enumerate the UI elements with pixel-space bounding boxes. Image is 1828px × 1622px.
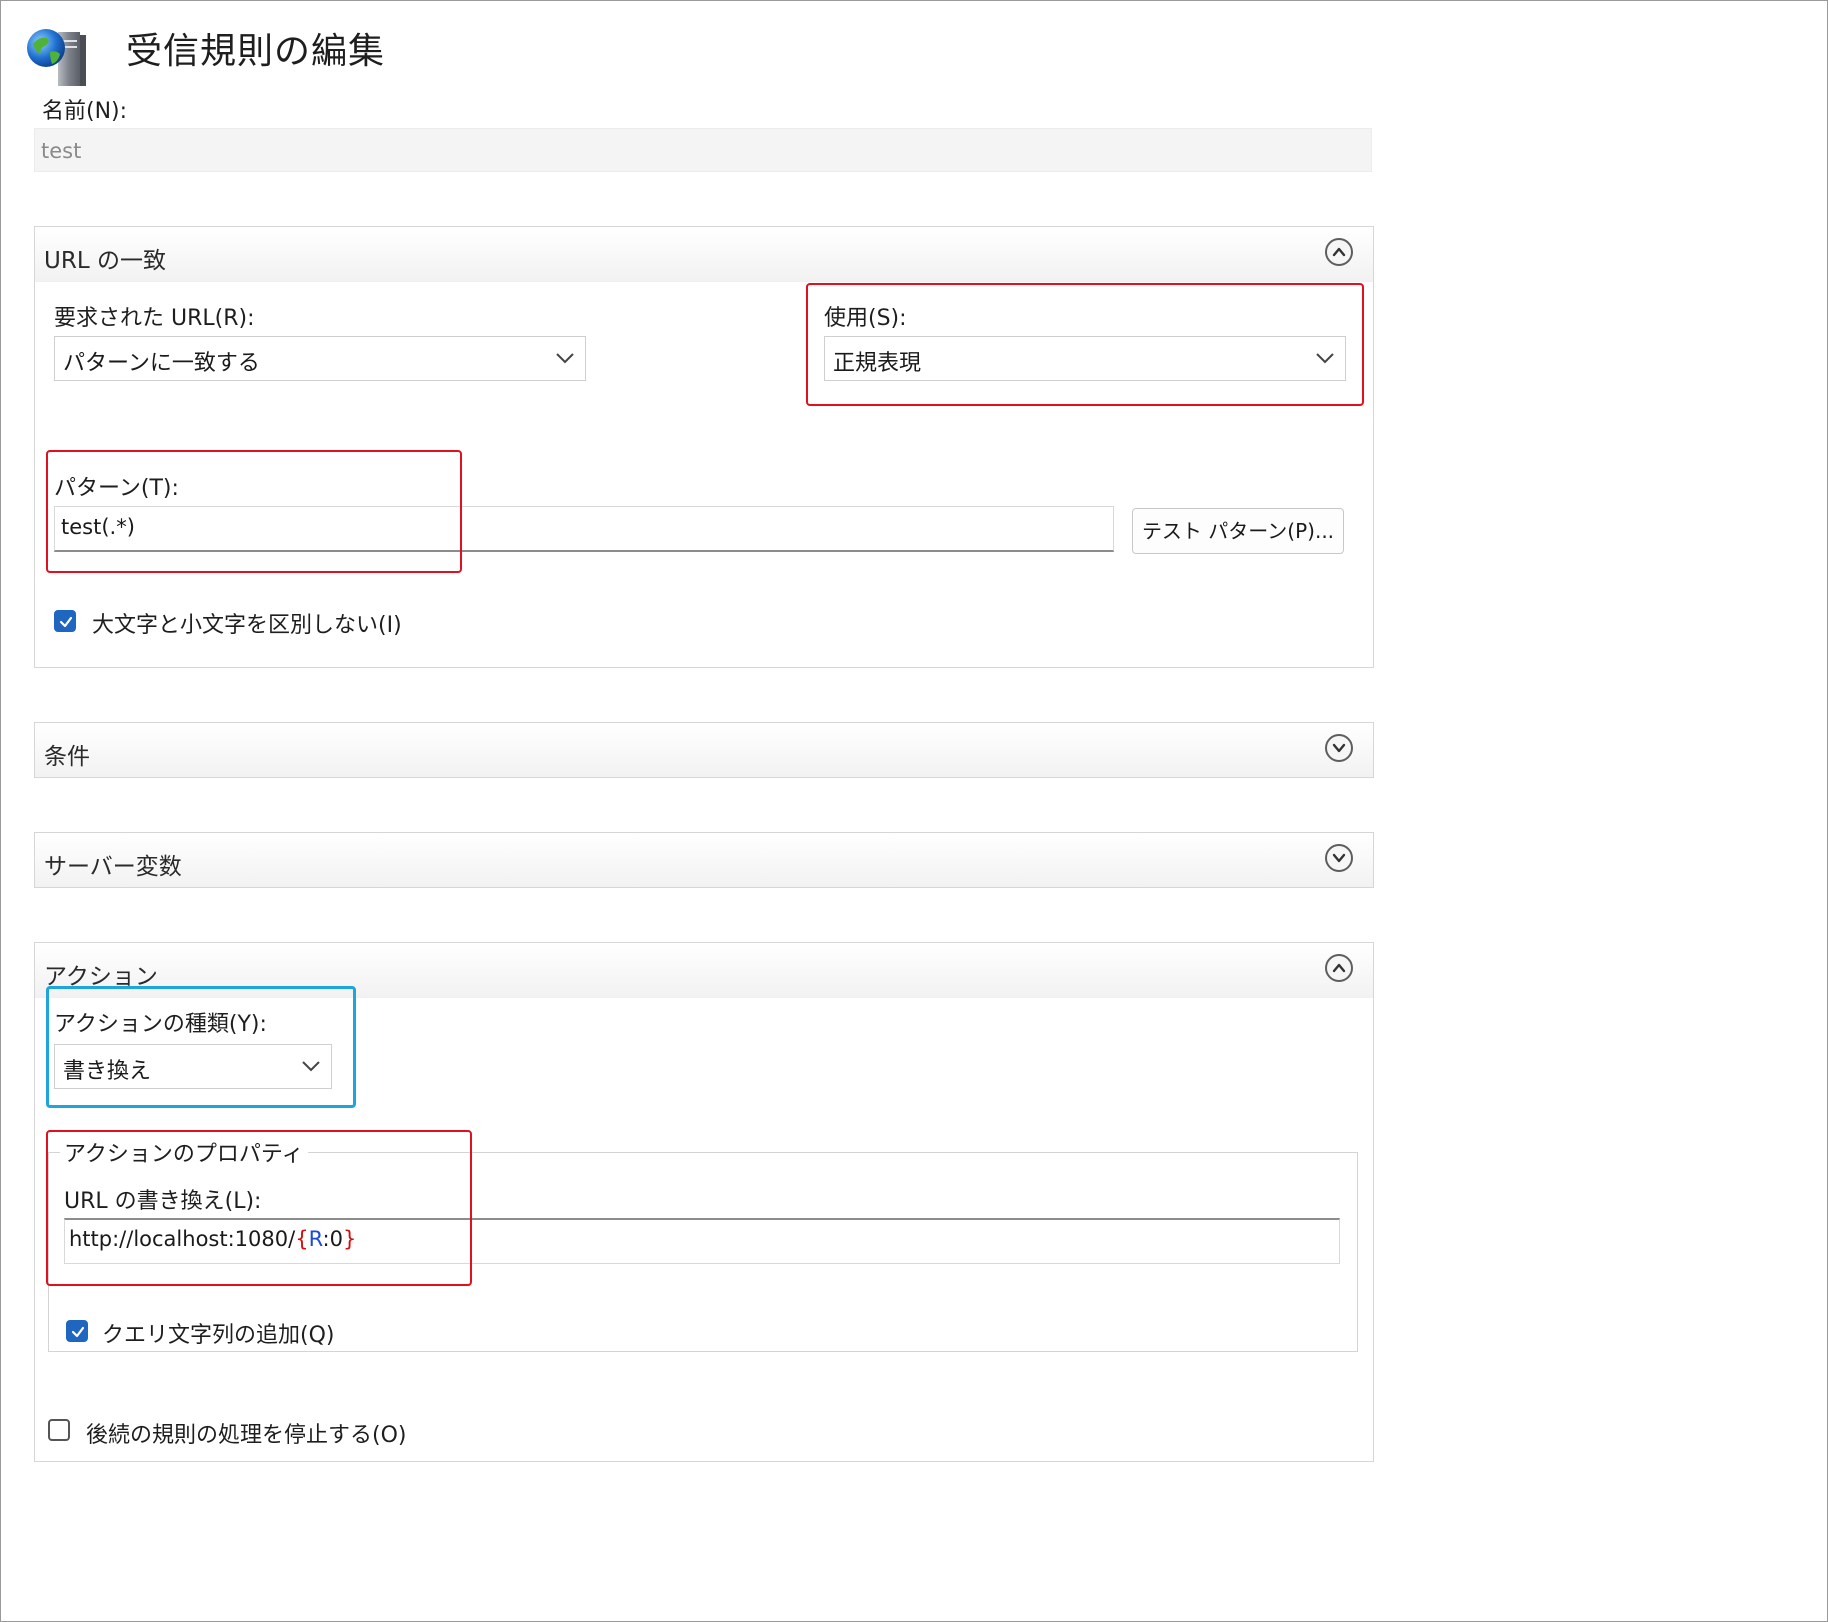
requested-url-value: パターンに一致する xyxy=(63,351,260,376)
chevron-down-circle-icon[interactable] xyxy=(1325,734,1353,762)
ignore-case-checkbox[interactable] xyxy=(54,610,76,632)
highlight-using xyxy=(806,283,1364,406)
globe-server-icon xyxy=(24,26,94,88)
server-variables-title: サーバー変数 xyxy=(44,854,182,880)
stop-processing-checkbox[interactable] xyxy=(48,1419,70,1441)
conditions-panel[interactable]: 条件 xyxy=(34,722,1374,778)
append-query-label: クエリ文字列の追加(Q) xyxy=(102,1323,335,1348)
highlight-pattern xyxy=(46,450,462,573)
server-variables-panel[interactable]: サーバー変数 xyxy=(34,832,1374,888)
url-match-header[interactable]: URL の一致 xyxy=(35,227,1373,282)
chevron-up-circle-icon[interactable] xyxy=(1325,954,1353,982)
name-label: 名前(N): xyxy=(42,99,128,124)
server-variables-header[interactable]: サーバー変数 xyxy=(35,833,1373,887)
highlight-action-type xyxy=(46,986,356,1108)
stop-processing-label: 後続の規則の処理を停止する(O) xyxy=(86,1423,407,1448)
ignore-case-label: 大文字と小文字を区別しない(I) xyxy=(92,613,402,638)
name-input[interactable]: test xyxy=(34,128,1372,172)
checkmark-icon xyxy=(71,1326,85,1338)
conditions-header[interactable]: 条件 xyxy=(35,723,1373,777)
requested-url-label: 要求された URL(R): xyxy=(54,306,255,331)
dialog-title: 受信規則の編集 xyxy=(126,31,386,72)
chevron-up-circle-icon[interactable] xyxy=(1325,238,1353,266)
requested-url-select[interactable]: パターンに一致する xyxy=(54,336,586,381)
append-query-checkbox[interactable] xyxy=(66,1320,88,1342)
highlight-rewrite-url xyxy=(46,1130,472,1286)
test-pattern-button[interactable]: テスト パターン(P)... xyxy=(1132,508,1344,554)
conditions-title: 条件 xyxy=(44,744,90,770)
chevron-down-circle-icon[interactable] xyxy=(1325,844,1353,872)
checkmark-icon xyxy=(59,616,73,628)
chevron-down-icon xyxy=(556,353,574,364)
url-match-title: URL の一致 xyxy=(44,248,166,274)
